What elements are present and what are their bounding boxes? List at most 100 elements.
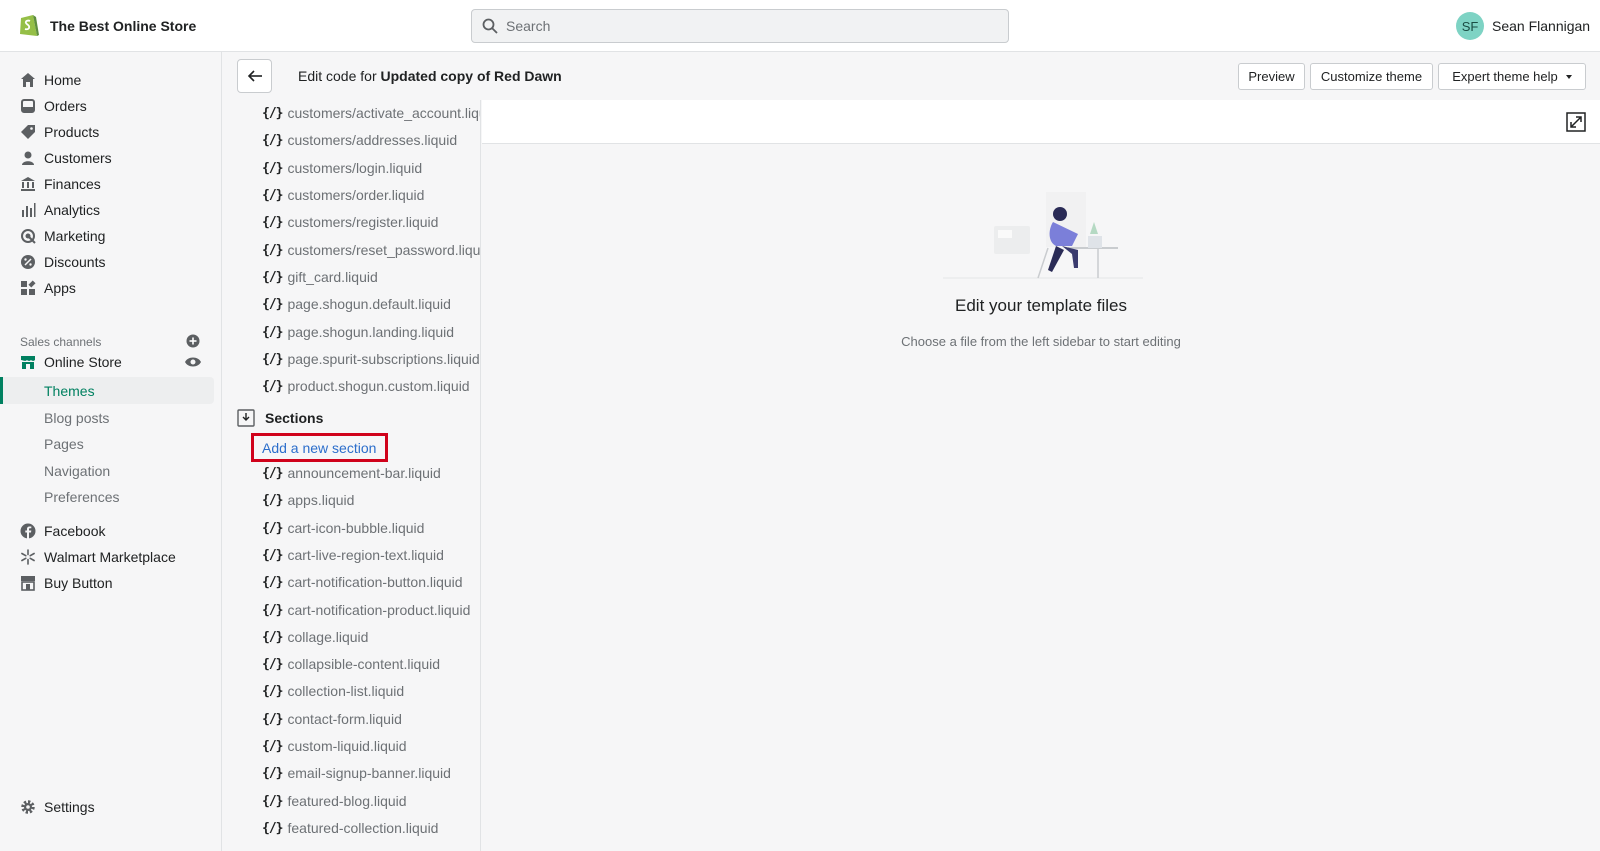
- sidebar-subitem-pages[interactable]: Pages: [0, 430, 214, 457]
- file-item[interactable]: {/} collection-list.liquid: [262, 681, 404, 701]
- sidebar-subitem-label: Navigation: [44, 462, 111, 479]
- file-name: announcement-bar.liquid: [287, 465, 441, 481]
- bar-chart-icon: [22, 202, 36, 217]
- caret-down-icon: [1565, 74, 1572, 79]
- file-name: custom-liquid.liquid: [287, 738, 407, 754]
- file-item[interactable]: {/} customers/activate_account.liquid: [262, 103, 480, 123]
- add-channel-icon[interactable]: [186, 334, 200, 348]
- liquid-file-icon: {/}: [262, 296, 284, 312]
- eye-icon[interactable]: [184, 356, 202, 368]
- liquid-file-icon: {/}: [262, 492, 284, 508]
- avatar[interactable]: SF: [1456, 12, 1484, 40]
- file-item[interactable]: {/} featured-collection.liquid: [262, 818, 438, 838]
- sidebar-item-label: Online Store: [44, 353, 122, 370]
- sidebar-item-walmart[interactable]: Walmart Marketplace: [0, 543, 214, 570]
- sidebar-item-orders[interactable]: Orders: [0, 92, 214, 119]
- sections-folder[interactable]: Sections: [237, 408, 323, 428]
- file-item[interactable]: {/} custom-liquid.liquid: [262, 736, 407, 756]
- title-prefix: Edit code for: [298, 68, 381, 84]
- page-title: Edit code for Updated copy of Red Dawn: [298, 68, 562, 84]
- folder-download-icon: [237, 409, 255, 427]
- sidebar-subitem-label: Blog posts: [44, 409, 110, 426]
- store-name[interactable]: The Best Online Store: [50, 18, 196, 34]
- liquid-file-icon: {/}: [262, 105, 284, 121]
- file-name: page.shogun.landing.liquid: [287, 324, 455, 340]
- file-item[interactable]: {/} page.shogun.default.liquid: [262, 294, 451, 314]
- tag-icon: [21, 124, 35, 139]
- file-item[interactable]: {/} gift_card.liquid: [262, 267, 378, 287]
- file-item[interactable]: {/} product.shogun.custom.liquid: [262, 376, 470, 396]
- facebook-icon: [20, 523, 36, 539]
- add-new-section-link[interactable]: Add a new section: [251, 433, 388, 462]
- sidebar: Home Orders Products Customers Finances …: [0, 52, 222, 851]
- sidebar-item-customers[interactable]: Customers: [0, 144, 214, 171]
- customize-theme-button[interactable]: Customize theme: [1310, 63, 1433, 90]
- sidebar-subitem-blog-posts[interactable]: Blog posts: [0, 404, 214, 431]
- sidebar-item-label: Customers: [44, 149, 112, 166]
- file-item[interactable]: {/} customers/register.liquid: [262, 212, 438, 232]
- sidebar-subitem-preferences[interactable]: Preferences: [0, 483, 214, 510]
- expand-icon[interactable]: [1566, 112, 1586, 132]
- file-item[interactable]: {/} customers/login.liquid: [262, 158, 422, 178]
- search-icon: [482, 18, 498, 34]
- customize-label: Customize theme: [1320, 69, 1423, 84]
- search-input[interactable]: Search: [471, 9, 1009, 43]
- liquid-file-icon: {/}: [262, 820, 284, 836]
- sidebar-item-home[interactable]: Home: [0, 66, 214, 93]
- file-item[interactable]: {/} contact-form.liquid: [262, 709, 402, 729]
- sidebar-subitem-navigation[interactable]: Navigation: [0, 457, 214, 484]
- sidebar-item-finances[interactable]: Finances: [0, 170, 214, 197]
- liquid-file-icon: {/}: [262, 602, 284, 618]
- liquid-file-icon: {/}: [262, 520, 284, 536]
- sidebar-subitem-themes[interactable]: Themes: [0, 377, 214, 404]
- file-item[interactable]: {/} announcement-bar.liquid: [262, 463, 441, 483]
- file-item[interactable]: {/} cart-notification-product.liquid: [262, 600, 470, 620]
- sidebar-item-label: Settings: [44, 798, 95, 815]
- liquid-file-icon: {/}: [262, 214, 284, 230]
- sidebar-item-label: Orders: [44, 97, 87, 114]
- expert-theme-help-button[interactable]: Expert theme help: [1438, 63, 1586, 90]
- file-name: page.spurit-subscriptions.liquid: [287, 351, 480, 367]
- back-button[interactable]: [237, 59, 272, 93]
- file-item[interactable]: {/} cart-icon-bubble.liquid: [262, 518, 424, 538]
- sidebar-item-label: Discounts: [44, 253, 106, 270]
- file-name: apps.liquid: [287, 492, 355, 508]
- sidebar-item-marketing[interactable]: Marketing: [0, 222, 214, 249]
- sidebar-item-label: Finances: [44, 175, 101, 192]
- user-name[interactable]: Sean Flannigan: [1492, 18, 1590, 34]
- preview-button[interactable]: Preview: [1238, 63, 1305, 90]
- file-name: customers/order.liquid: [287, 187, 425, 203]
- liquid-file-icon: {/}: [262, 793, 284, 809]
- file-item[interactable]: {/} customers/addresses.liquid: [262, 130, 457, 150]
- sidebar-item-settings[interactable]: Settings: [0, 793, 214, 820]
- liquid-file-icon: {/}: [262, 132, 284, 148]
- top-bar: The Best Online Store Search SF Sean Fla…: [0, 0, 1600, 52]
- file-item[interactable]: {/} collage.liquid: [262, 627, 368, 647]
- shopify-logo-icon[interactable]: [18, 12, 40, 38]
- file-name: collapsible-content.liquid: [287, 656, 441, 672]
- file-item[interactable]: {/} page.shogun.landing.liquid: [262, 322, 454, 342]
- file-name: page.shogun.default.liquid: [287, 296, 451, 312]
- file-item[interactable]: {/} customers/reset_password.liquid: [262, 240, 480, 260]
- file-item[interactable]: {/} featured-blog.liquid: [262, 791, 407, 811]
- sections-label: Sections: [265, 410, 324, 426]
- sidebar-item-discounts[interactable]: Discounts: [0, 248, 214, 275]
- liquid-file-icon: {/}: [262, 242, 284, 258]
- sidebar-item-products[interactable]: Products: [0, 118, 214, 145]
- file-item[interactable]: {/} customers/order.liquid: [262, 185, 424, 205]
- sidebar-item-online-store[interactable]: Online Store: [0, 348, 214, 375]
- file-item[interactable]: {/} apps.liquid: [262, 490, 354, 510]
- file-item[interactable]: {/} page.spurit-subscriptions.liquid: [262, 349, 480, 369]
- liquid-file-icon: {/}: [262, 574, 284, 590]
- sidebar-item-label: Home: [44, 71, 82, 88]
- file-item[interactable]: {/} cart-notification-button.liquid: [262, 572, 463, 592]
- file-item[interactable]: {/} cart-live-region-text.liquid: [262, 545, 444, 565]
- sidebar-item-facebook[interactable]: Facebook: [0, 517, 214, 544]
- sidebar-item-apps[interactable]: Apps: [0, 274, 214, 301]
- file-item[interactable]: {/} email-signup-banner.liquid: [262, 763, 451, 783]
- sidebar-item-buy-button[interactable]: Buy Button: [0, 569, 214, 596]
- liquid-file-icon: {/}: [262, 324, 284, 340]
- sidebar-item-analytics[interactable]: Analytics: [0, 196, 214, 223]
- file-item[interactable]: {/} collapsible-content.liquid: [262, 654, 440, 674]
- search-placeholder: Search: [506, 18, 551, 34]
